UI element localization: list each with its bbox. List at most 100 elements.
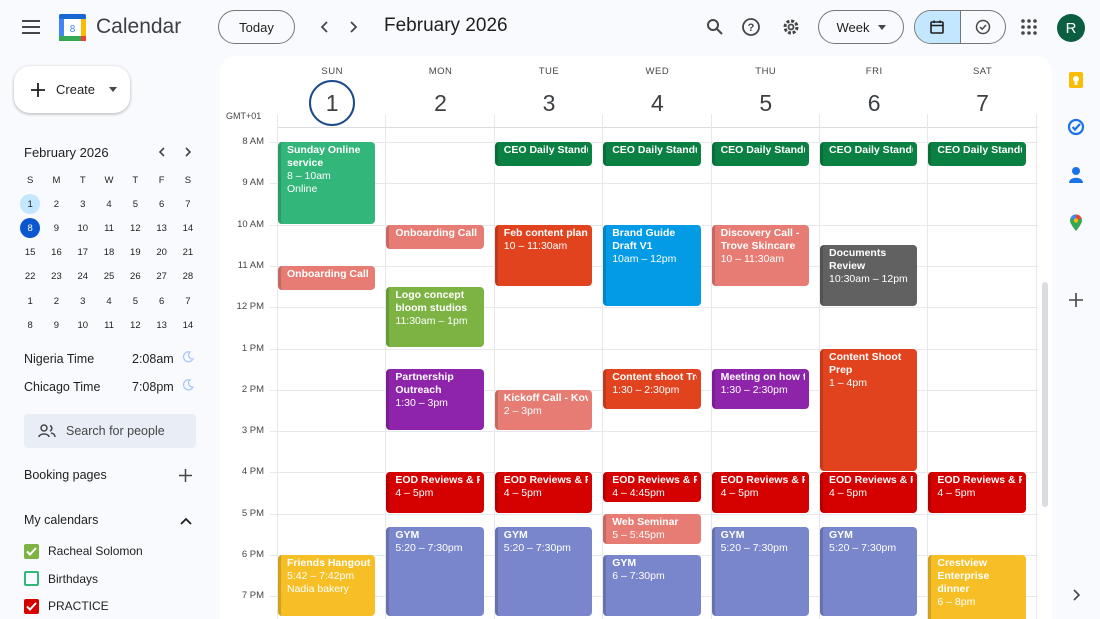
calendar-item[interactable]: Racheal Solomon	[24, 543, 143, 559]
mini-day[interactable]: 12	[122, 216, 148, 240]
mini-day[interactable]: 16	[43, 241, 69, 265]
calendar-event[interactable]: CEO Daily Standup	[711, 142, 809, 166]
mini-day[interactable]: 3	[70, 192, 96, 216]
expand-side-panel-button[interactable]	[1064, 583, 1088, 607]
calendar-event[interactable]: CEO Daily Standup	[928, 142, 1026, 166]
calendar-item[interactable]: PRACTICE	[24, 598, 109, 614]
calendar-event[interactable]: EOD Reviews & Pri4 – 4:45pm	[603, 472, 701, 503]
calendar-event[interactable]: EOD Reviews & Pri4 – 5pm	[820, 472, 918, 513]
apps-button[interactable]	[1015, 13, 1043, 41]
calendar-event[interactable]: Partnership Outreach 1:30 – 3pm	[386, 369, 484, 431]
day-date[interactable]: 4	[634, 80, 680, 126]
mini-calendar-prev[interactable]	[153, 143, 171, 161]
main-menu-button[interactable]	[14, 10, 48, 44]
calendar-event[interactable]: CEO Daily Standup	[494, 142, 593, 166]
day-date[interactable]: 3	[526, 80, 572, 126]
mini-day[interactable]: 18	[96, 241, 122, 265]
account-avatar[interactable]: R	[1057, 14, 1085, 42]
mini-day[interactable]: 11	[96, 216, 122, 240]
mini-day[interactable]: 13	[148, 216, 174, 240]
mini-day[interactable]: 11	[96, 313, 122, 337]
calendar-event[interactable]: GYM 5:20 – 7:30pm	[820, 527, 918, 616]
next-week-button[interactable]	[340, 14, 366, 40]
mini-day[interactable]: 6	[148, 289, 174, 313]
mini-day[interactable]: 20	[148, 241, 174, 265]
calendar-event[interactable]: EOD Reviews & Pri4 – 5pm	[711, 472, 809, 513]
mini-day[interactable]: 15	[17, 241, 43, 265]
mini-day[interactable]: 26	[122, 265, 148, 289]
calendar-event[interactable]: Web Seminar 5 – 5:45pm	[603, 513, 701, 544]
day-date[interactable]: 5	[743, 80, 789, 126]
calendar-event[interactable]: Onboarding Call -	[386, 224, 484, 249]
week-scrollbar[interactable]	[1042, 282, 1048, 507]
calendar-event[interactable]: CEO Daily Standup	[820, 142, 918, 166]
mini-day[interactable]: 5	[122, 192, 148, 216]
mini-day[interactable]: 3	[70, 289, 96, 313]
mini-day[interactable]: 2	[43, 192, 69, 216]
tasks-view-toggle[interactable]	[961, 11, 1006, 43]
mini-day[interactable]: 4	[96, 192, 122, 216]
day-date[interactable]: 7	[960, 80, 1006, 126]
mini-day[interactable]: 7	[175, 289, 201, 313]
settings-button[interactable]	[777, 13, 805, 41]
mini-day[interactable]: 25	[96, 265, 122, 289]
calendar-event[interactable]: GYM 5:20 – 7:30pm	[386, 527, 484, 616]
calendar-event[interactable]: GYM 6 – 7:30pm	[603, 555, 701, 616]
mini-day[interactable]: 12	[122, 313, 148, 337]
calendar-event[interactable]: CEO Daily Standup	[603, 142, 701, 166]
get-addons-button[interactable]	[1064, 288, 1088, 312]
mini-day[interactable]: 22	[17, 265, 43, 289]
mini-day[interactable]: 5	[122, 289, 148, 313]
create-button[interactable]: Create	[14, 66, 130, 113]
mini-day[interactable]: 10	[70, 216, 96, 240]
view-selector[interactable]: Week	[818, 10, 904, 44]
today-button[interactable]: Today	[218, 10, 295, 44]
mini-day[interactable]: 7	[175, 192, 201, 216]
calendar-event[interactable]: Brand Guide Draft V1 10am – 12pm	[603, 224, 701, 307]
search-people-input[interactable]: Search for people	[24, 414, 196, 448]
tasks-button[interactable]	[1064, 115, 1088, 139]
contacts-button[interactable]	[1064, 163, 1088, 187]
mini-day[interactable]: 27	[148, 265, 174, 289]
calendar-event[interactable]: Feb content plan 10 – 11:30am	[494, 224, 593, 286]
calendar-event[interactable]: Content shoot Trov1:30 – 2:30pm	[603, 369, 701, 410]
mini-day[interactable]: 8	[17, 216, 43, 240]
mini-day[interactable]: 24	[70, 265, 96, 289]
calendar-checkbox[interactable]	[24, 543, 39, 559]
calendar-event[interactable]: EOD Reviews & Pri4 – 5pm	[928, 472, 1026, 513]
my-calendars-collapse[interactable]	[177, 512, 195, 530]
mini-day[interactable]: 19	[122, 241, 148, 265]
calendar-event[interactable]: Sunday Online service 8 – 10am Online	[278, 142, 376, 224]
search-button[interactable]	[701, 13, 729, 41]
calendar-event[interactable]: Logo concept bloom studios 11:30am – 1pm	[386, 286, 484, 348]
mini-calendar-next[interactable]	[179, 143, 197, 161]
add-booking-page-button[interactable]	[176, 466, 194, 484]
calendar-event[interactable]: Content Shoot Prep 1 – 4pm	[820, 348, 918, 472]
mini-day[interactable]: 1	[17, 192, 43, 216]
keep-button[interactable]	[1064, 68, 1088, 92]
calendar-event[interactable]: Crestview Enterprise dinner 6 – 8pm	[928, 555, 1026, 619]
mini-day[interactable]: 14	[175, 216, 201, 240]
mini-day[interactable]: 1	[17, 289, 43, 313]
calendar-checkbox[interactable]	[24, 571, 39, 586]
mini-day[interactable]: 13	[148, 313, 174, 337]
calendar-event[interactable]: Meeting on how to 1:30 – 2:30pm	[711, 369, 809, 410]
mini-day[interactable]: 2	[43, 289, 69, 313]
calendar-event[interactable]: Friends Hangout 5:42 – 7:42pm Nadia bakery	[278, 555, 376, 616]
calendar-event[interactable]: Onboarding Call -	[278, 265, 376, 290]
mini-day[interactable]: 28	[175, 265, 201, 289]
calendar-view-toggle[interactable]	[915, 11, 961, 43]
calendar-event[interactable]: EOD Reviews & Pri4 – 5pm	[494, 472, 593, 513]
mini-day[interactable]: 9	[43, 313, 69, 337]
mini-day[interactable]: 17	[70, 241, 96, 265]
calendar-item[interactable]: Birthdays	[24, 571, 98, 587]
calendar-event[interactable]: Documents Review 10:30am – 12pm	[820, 245, 918, 307]
calendar-event[interactable]: EOD Reviews & Pri4 – 5pm	[386, 472, 484, 513]
calendar-event[interactable]: GYM 5:20 – 7:30pm	[711, 527, 809, 616]
mini-day[interactable]: 9	[43, 216, 69, 240]
mini-day[interactable]: 23	[43, 265, 69, 289]
calendar-event[interactable]: GYM 5:20 – 7:30pm	[494, 527, 593, 616]
calendar-event[interactable]: Kickoff Call - Kova 2 – 3pm	[494, 389, 593, 431]
mini-day[interactable]: 8	[17, 313, 43, 337]
day-date[interactable]: 1	[309, 80, 356, 126]
